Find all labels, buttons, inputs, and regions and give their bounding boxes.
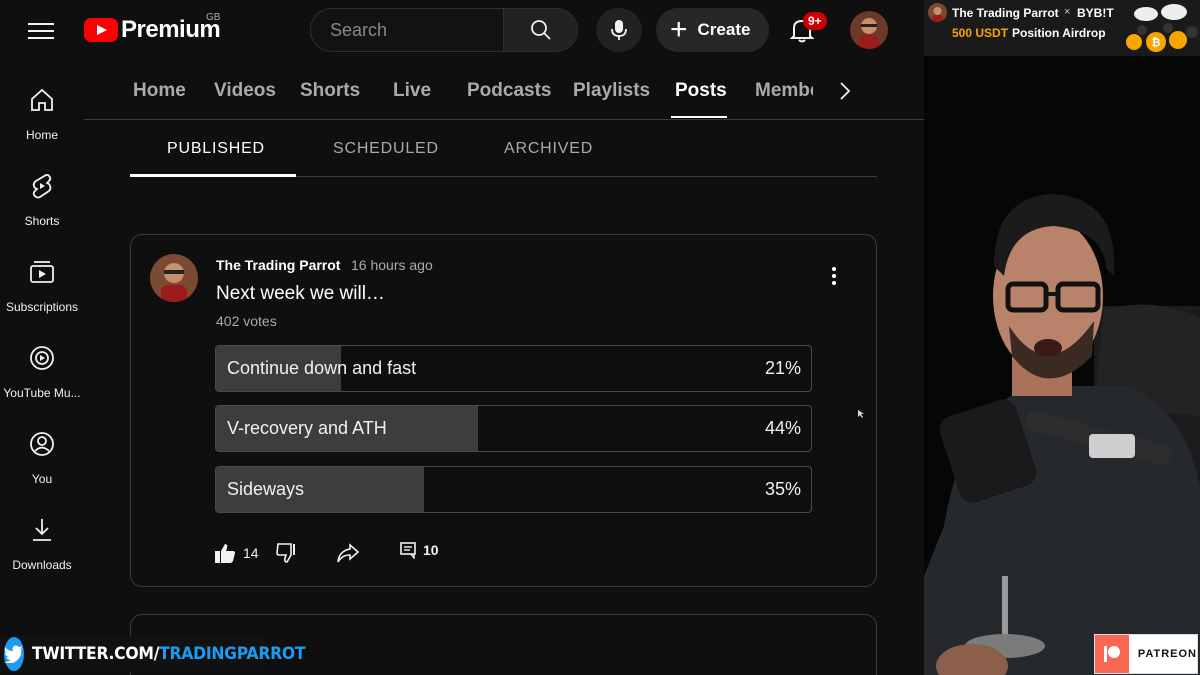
- active-subtab-indicator: [130, 174, 296, 177]
- logo-region: GB: [206, 12, 221, 23]
- create-button[interactable]: + Create: [656, 8, 769, 52]
- patreon-logo-icon: [1095, 635, 1129, 673]
- share-icon: [337, 543, 360, 563]
- like-button[interactable]: 14: [213, 541, 259, 565]
- twitter-overlay: TWITTER.COM/TRADINGPARROT: [0, 636, 306, 672]
- thumbs-up-icon: [215, 544, 235, 563]
- tab-published[interactable]: PUBLISHED: [167, 140, 265, 158]
- ad-channel-avatar: [928, 3, 947, 22]
- sidebar-item-label: Shorts: [24, 214, 60, 228]
- patreon-overlay: PATREON: [1094, 634, 1198, 674]
- sidebar-item-downloads[interactable]: Downloads: [0, 516, 84, 572]
- comments-button[interactable]: 10: [399, 541, 439, 559]
- microphone-icon: [611, 20, 627, 40]
- top-bar: Premium GB + Create 9+: [0, 0, 924, 60]
- post-author[interactable]: The Trading Parrot: [216, 257, 340, 273]
- sponsor-banner[interactable]: The Trading Parrot × BYB!T 500 USDT Posi…: [924, 0, 1200, 56]
- ad-separator: ×: [1064, 6, 1071, 18]
- patreon-label: PATREON: [1137, 648, 1197, 660]
- post-time[interactable]: 16 hours ago: [351, 257, 433, 273]
- webcam-feed: [924, 56, 1200, 675]
- search-input[interactable]: [311, 9, 504, 51]
- post-title: Next week we will…: [216, 283, 385, 304]
- chevron-right-icon[interactable]: [836, 80, 854, 102]
- menu-icon[interactable]: [28, 18, 54, 42]
- sidebar-item-label: You: [31, 472, 53, 486]
- poll-option[interactable]: V-recovery and ATH 44%: [215, 405, 812, 452]
- tab-membership[interactable]: Membe: [755, 80, 813, 102]
- poll-option-label: Continue down and fast: [227, 358, 417, 378]
- downloads-icon: [33, 519, 51, 541]
- plus-icon: +: [670, 13, 688, 46]
- channel-tabs: Home Videos Shorts Live Podcasts Playlis…: [133, 62, 913, 120]
- sidebar-item-label: Downloads: [12, 558, 72, 572]
- sidebar-item-shorts[interactable]: Shorts: [0, 172, 84, 228]
- sidebar-item-label: Subscriptions: [5, 300, 79, 314]
- poll-option[interactable]: Sideways 35%: [215, 466, 812, 513]
- ad-offer: Position Airdrop: [1012, 26, 1106, 40]
- subscriptions-icon: [30, 261, 54, 283]
- poll-option-label: V-recovery and ATH: [227, 418, 387, 438]
- tab-posts[interactable]: Posts: [675, 80, 727, 102]
- poll-option-label: Sideways: [227, 479, 305, 499]
- sidebar-item-label: Home: [25, 128, 58, 142]
- search-box: [310, 8, 578, 52]
- poll-option-percent: 21%: [764, 358, 801, 378]
- like-count: 14: [243, 545, 259, 561]
- post-author-avatar[interactable]: [150, 254, 198, 302]
- home-icon: [31, 88, 53, 111]
- crypto-coins-illustration: ₿: [1126, 4, 1198, 52]
- ad-channel-name: The Trading Parrot: [952, 6, 1059, 20]
- tab-scheduled[interactable]: SCHEDULED: [333, 140, 439, 158]
- sidebar-item-home[interactable]: Home: [0, 86, 84, 142]
- thumbs-down-icon: [276, 543, 295, 563]
- share-button[interactable]: [335, 541, 361, 565]
- tab-live[interactable]: Live: [393, 80, 431, 102]
- youtube-page: Premium GB + Create 9+ Home Short: [0, 0, 924, 675]
- tab-podcasts[interactable]: Podcasts: [467, 80, 551, 102]
- comment-icon: [400, 542, 416, 559]
- poll-post-card: The Trading Parrot 16 hours ago Next wee…: [130, 234, 877, 587]
- poll-option-percent: 44%: [764, 418, 801, 438]
- tab-shorts[interactable]: Shorts: [300, 80, 360, 102]
- twitter-link: TWITTER.COM/TRADINGPARROT: [32, 644, 306, 664]
- search-button[interactable]: [503, 9, 577, 51]
- mouse-cursor-icon: [858, 410, 864, 418]
- presenter-video-image: [924, 56, 1200, 675]
- account-avatar[interactable]: [850, 11, 888, 49]
- sidebar-item-label: YouTube Mu...: [3, 386, 81, 400]
- active-tab-indicator: [671, 116, 727, 118]
- tab-home[interactable]: Home: [133, 80, 186, 102]
- you-icon: [30, 432, 54, 456]
- more-options-icon[interactable]: [827, 265, 841, 289]
- search-icon: [530, 20, 551, 40]
- comment-count: 10: [423, 542, 439, 558]
- youtube-premium-logo[interactable]: Premium GB: [84, 12, 221, 44]
- shorts-icon: [32, 174, 52, 199]
- twitter-bird-icon: [4, 637, 24, 671]
- dislike-button[interactable]: [275, 541, 299, 565]
- svg-text:₿: ₿: [1152, 36, 1161, 49]
- sidebar-item-you[interactable]: You: [0, 430, 84, 486]
- sidebar-item-youtube-music[interactable]: YouTube Mu...: [0, 344, 84, 400]
- poll-option-percent: 35%: [764, 479, 801, 499]
- youtube-logo-icon: [84, 18, 118, 42]
- vote-count: 402 votes: [216, 313, 277, 329]
- tab-videos[interactable]: Videos: [214, 80, 276, 102]
- youtube-music-icon: [30, 346, 54, 370]
- notification-badge: 9+: [803, 12, 827, 30]
- sidebar-item-subscriptions[interactable]: Subscriptions: [0, 258, 84, 314]
- voice-search-button[interactable]: [596, 8, 642, 52]
- poll-option[interactable]: Continue down and fast 21%: [215, 345, 812, 392]
- ad-brand: BYB!T: [1077, 6, 1114, 20]
- tab-playlists[interactable]: Playlists: [573, 80, 650, 102]
- tab-archived[interactable]: ARCHIVED: [504, 140, 593, 158]
- create-label: Create: [697, 20, 751, 39]
- tabs-divider: [84, 119, 924, 120]
- ad-amount: 500 USDT: [952, 26, 1009, 40]
